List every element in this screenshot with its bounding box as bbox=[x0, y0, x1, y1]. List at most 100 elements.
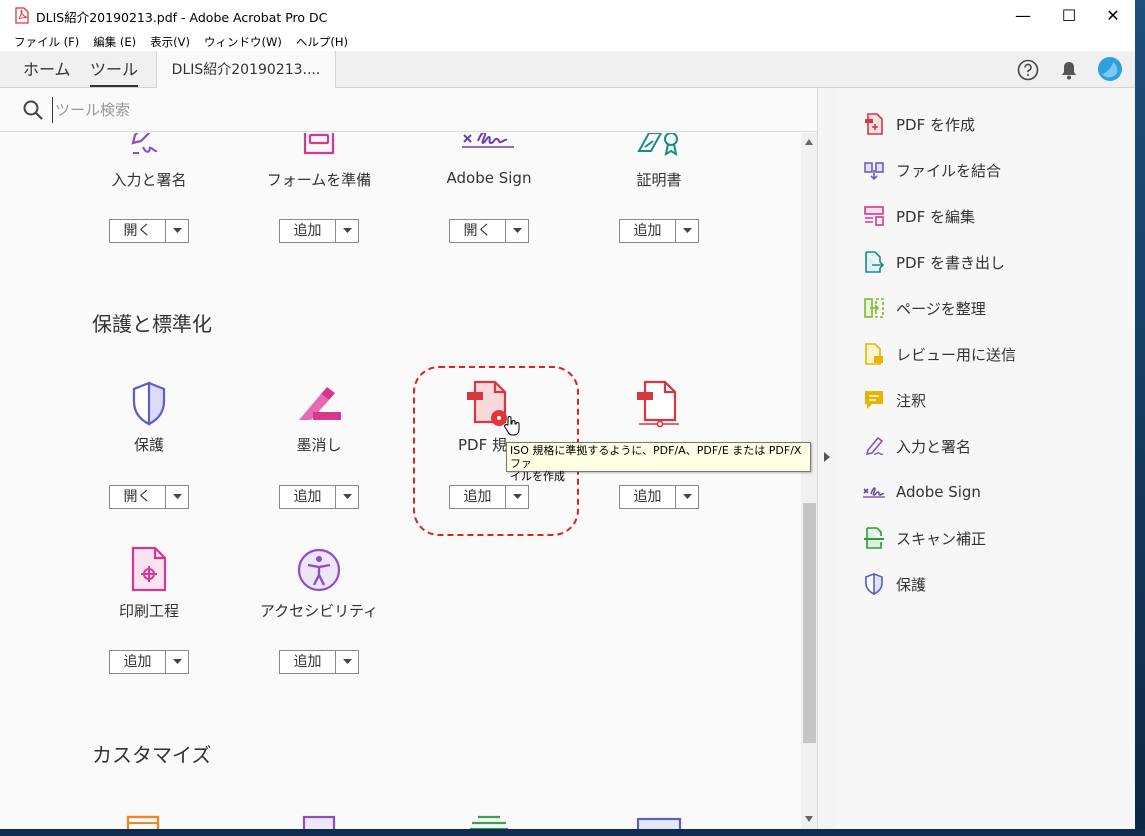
minimize-button[interactable]: — bbox=[1000, 0, 1046, 31]
button-label: 追加 bbox=[633, 489, 662, 505]
add-button[interactable]: 追加 bbox=[279, 485, 359, 509]
menu-window[interactable]: ウィンドウ(W) bbox=[197, 31, 289, 51]
button-label: 追加 bbox=[123, 654, 152, 670]
sidebar-item-label: 注釈 bbox=[896, 391, 927, 410]
sidebar-item-protect[interactable]: 保護 bbox=[862, 572, 926, 596]
fill-sign-icon bbox=[131, 133, 158, 154]
acrobat-window: DLIS紹介20190213.pdf - Adobe Acrobat Pro D… bbox=[0, 0, 1135, 829]
add-button[interactable]: 追加 bbox=[279, 219, 359, 243]
add-button[interactable]: 追加 bbox=[109, 650, 189, 674]
help-icon[interactable] bbox=[1017, 59, 1039, 81]
pdf-compare-icon bbox=[637, 380, 679, 428]
menu-view[interactable]: 表示(V) bbox=[143, 31, 197, 51]
combine-files-icon bbox=[864, 162, 884, 181]
scan-icon bbox=[864, 527, 884, 549]
chevron-down-icon[interactable] bbox=[165, 220, 188, 242]
scroll-down-icon[interactable] bbox=[804, 815, 814, 823]
sidebar-item-label: Adobe Sign bbox=[896, 483, 981, 501]
chevron-down-icon[interactable] bbox=[335, 220, 358, 242]
hand-cursor-icon bbox=[504, 416, 520, 436]
menu-edit[interactable]: 編集 (E) bbox=[86, 31, 143, 51]
sidebar-item-comment[interactable]: 注釈 bbox=[862, 388, 926, 412]
tool-print-production[interactable]: 印刷工程 bbox=[64, 546, 234, 621]
open-button[interactable]: 開く bbox=[449, 219, 529, 243]
menu-file[interactable]: ファイル (F) bbox=[0, 31, 86, 51]
sidebar-item-edit-pdf[interactable]: PDF を編集 bbox=[862, 204, 975, 228]
redact-icon bbox=[299, 387, 341, 420]
shield-icon bbox=[132, 381, 166, 426]
add-button[interactable]: 追加 bbox=[279, 650, 359, 674]
chevron-down-icon[interactable] bbox=[505, 220, 528, 242]
sidebar-item-create-pdf[interactable]: PDF を作成 bbox=[862, 112, 975, 136]
button-label: 追加 bbox=[293, 489, 322, 505]
tab-home[interactable]: ホーム bbox=[23, 51, 71, 87]
tool-certificate[interactable]: 証明書 bbox=[574, 133, 744, 190]
scroll-up-icon[interactable] bbox=[804, 138, 814, 146]
send-review-icon bbox=[865, 343, 883, 365]
comment-icon bbox=[865, 391, 883, 409]
sidebar-item-label: PDF を作成 bbox=[896, 115, 975, 134]
chevron-down-icon[interactable] bbox=[675, 220, 698, 242]
menu-bar: ファイル (F) 編集 (E) 表示(V) ウィンドウ(W) ヘルプ(H) bbox=[0, 31, 1135, 51]
tool-redact[interactable]: 墨消し bbox=[234, 380, 404, 455]
tab-tools[interactable]: ツール bbox=[90, 51, 139, 87]
section-title-customize: カスタマイズ bbox=[92, 743, 212, 767]
create-pdf-icon bbox=[865, 113, 883, 135]
tool-fill-sign[interactable]: 入力と署名 bbox=[64, 133, 234, 190]
sidebar-item-organize-pages[interactable]: ページを整理 bbox=[862, 296, 986, 320]
sidebar-item-label: スキャン補正 bbox=[896, 529, 987, 548]
sidebar-item-combine-files[interactable]: ファイルを結合 bbox=[862, 158, 1001, 182]
tooltip: ISO 規格に準拠するように、PDF/A、PDF/E または PDF/X ファ … bbox=[506, 442, 811, 483]
edit-pdf-icon bbox=[864, 206, 884, 226]
tool-name: フォームを準備 bbox=[266, 171, 372, 189]
tools-sidebar: PDF を作成 ファイルを結合 PDF を編集 PDF を書き出し ページを整理… bbox=[836, 88, 1135, 829]
menu-help[interactable]: ヘルプ(H) bbox=[289, 31, 355, 51]
tool-protect[interactable]: 保護 bbox=[64, 380, 234, 455]
add-button[interactable]: 追加 bbox=[619, 219, 699, 243]
fill-sign-icon bbox=[865, 436, 884, 456]
button-label: 開く bbox=[123, 489, 152, 505]
chevron-down-icon[interactable] bbox=[335, 486, 358, 508]
collapse-pane-icon[interactable] bbox=[823, 451, 831, 463]
sidebar-item-label: ファイルを結合 bbox=[896, 161, 1002, 180]
tool-name: 入力と署名 bbox=[111, 171, 187, 189]
tool-accessibility[interactable]: アクセシビリティ bbox=[234, 546, 404, 621]
open-button[interactable]: 開く bbox=[109, 219, 189, 243]
tool-name: 保護 bbox=[133, 436, 164, 454]
sidebar-item-adobe-sign[interactable]: Adobe Sign bbox=[862, 480, 981, 504]
title-bar: DLIS紹介20190213.pdf - Adobe Acrobat Pro D… bbox=[0, 0, 1135, 31]
certificate-icon bbox=[637, 133, 678, 157]
chevron-down-icon[interactable] bbox=[335, 651, 358, 673]
tab-document[interactable]: DLIS紹介20190213.... bbox=[156, 51, 336, 88]
search-input[interactable] bbox=[52, 97, 757, 123]
scroll-thumb[interactable] bbox=[803, 503, 816, 743]
search-icon bbox=[23, 100, 43, 120]
maximize-button[interactable]: ☐ bbox=[1046, 0, 1092, 31]
sidebar-item-label: PDF を編集 bbox=[896, 207, 975, 226]
button-label: 追加 bbox=[293, 654, 322, 670]
sidebar-item-fill-sign[interactable]: 入力と署名 bbox=[862, 434, 971, 458]
sidebar-item-label: 保護 bbox=[896, 575, 927, 594]
avatar[interactable] bbox=[1098, 57, 1122, 81]
sidebar-item-scan[interactable]: スキャン補正 bbox=[862, 526, 986, 550]
sidebar-item-export-pdf[interactable]: PDF を書き出し bbox=[862, 250, 1005, 274]
button-label: 追加 bbox=[293, 223, 322, 239]
add-button[interactable]: 追加 bbox=[619, 485, 699, 509]
tool-name: 証明書 bbox=[636, 171, 682, 189]
sidebar-item-label: ページを整理 bbox=[896, 299, 986, 318]
open-button[interactable]: 開く bbox=[109, 485, 189, 509]
chevron-down-icon[interactable] bbox=[165, 486, 188, 508]
adobe-sign-icon bbox=[462, 133, 514, 148]
tool-adobe-sign[interactable]: Adobe Sign bbox=[404, 133, 574, 187]
tool-prepare-form[interactable]: フォームを準備 bbox=[234, 133, 404, 190]
custom-tool-icon bbox=[302, 815, 336, 829]
sidebar-item-send-review[interactable]: レビュー用に送信 bbox=[862, 342, 1016, 366]
window-title: DLIS紹介20190213.pdf - Adobe Acrobat Pro D… bbox=[36, 10, 328, 25]
close-button[interactable]: ✕ bbox=[1090, 0, 1135, 31]
tool-pdf-compare[interactable] bbox=[574, 380, 744, 434]
adobe-sign-icon bbox=[863, 487, 885, 498]
bell-icon[interactable] bbox=[1058, 59, 1080, 81]
section-title-protect: 保護と標準化 bbox=[92, 312, 212, 336]
chevron-down-icon[interactable] bbox=[165, 651, 188, 673]
chevron-down-icon[interactable] bbox=[675, 486, 698, 508]
